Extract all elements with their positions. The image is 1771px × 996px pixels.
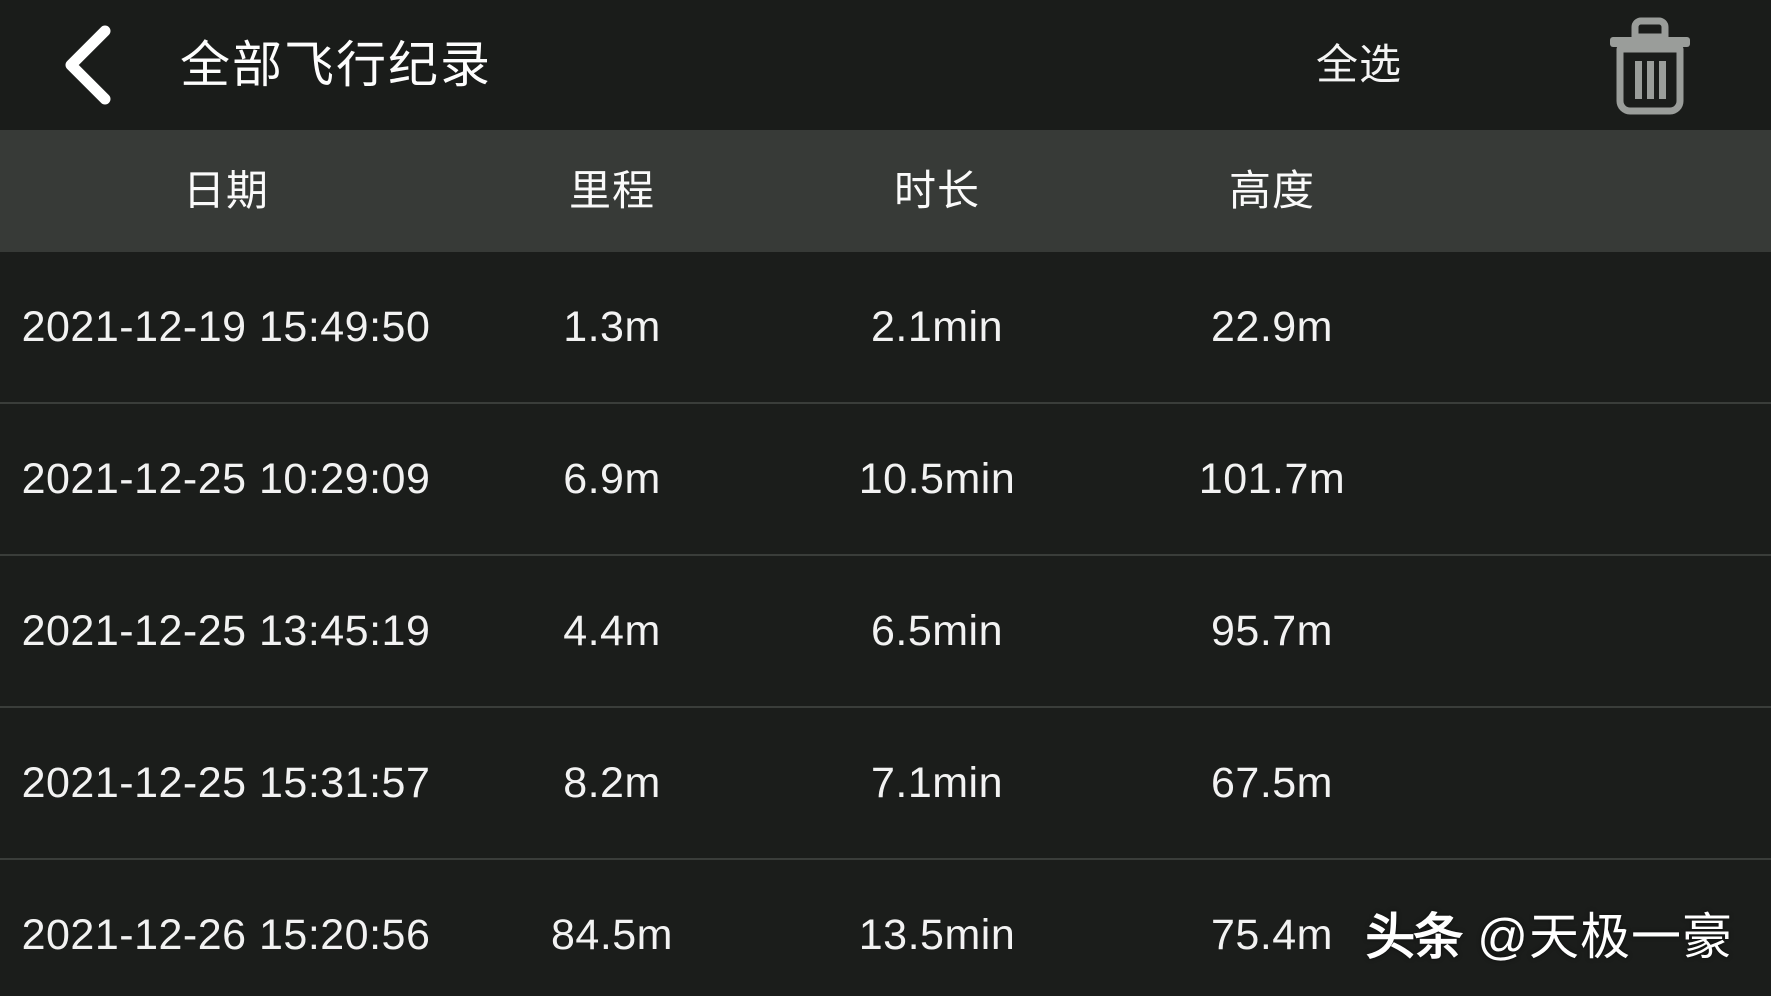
cell-altitude: 95.7m [1210,606,1333,655]
delete-button[interactable] [1596,11,1704,119]
table-row[interactable]: 2021-12-25 10:29:09 6.9m 10.5min 101.7m [0,402,1771,554]
cell-date: 2021-12-25 15:31:57 [21,758,431,807]
chevron-left-icon [57,21,119,109]
cell-distance: 6.9m [563,454,661,503]
cell-distance: 4.4m [563,606,661,655]
cell-duration: 6.5min [870,606,1004,655]
cell-duration: 10.5min [858,454,1016,503]
cell-distance: 8.2m [563,758,661,807]
page-title: 全部飞行纪录 [180,37,492,93]
cell-altitude: 101.7m [1198,454,1346,503]
cell-altitude: 22.9m [1210,302,1333,351]
flight-records-screen: 全部飞行纪录 全选 日期 里程 时长 高度 2021-12-19 15:49:5… [0,0,1771,996]
cell-altitude: 67.5m [1210,758,1333,807]
flight-records-list[interactable]: 2021-12-19 15:49:50 1.3m 2.1min 22.9m 2021-1… [0,252,1771,996]
column-header-date: 日期 [182,167,269,214]
table-row[interactable]: 2021-12-19 15:49:50 1.3m 2.1min 22.9m [0,252,1771,402]
cell-duration: 7.1min [870,758,1004,807]
table-row[interactable]: 2021-12-26 15:20:56 84.5m 13.5min 75.4m [0,858,1771,996]
column-header-altitude: 高度 [1228,167,1315,214]
cell-date: 2021-12-19 15:49:50 [21,302,431,351]
cell-distance: 1.3m [563,302,661,351]
cell-duration: 13.5min [858,910,1016,959]
cell-date: 2021-12-25 10:29:09 [21,454,431,503]
column-header-duration: 时长 [893,167,980,214]
column-header-distance: 里程 [568,167,655,214]
cell-duration: 2.1min [870,302,1004,351]
table-row[interactable]: 2021-12-25 15:31:57 8.2m 7.1min 67.5m [0,706,1771,858]
table-header-row: 日期 里程 时长 高度 [0,130,1771,252]
back-button[interactable] [44,21,132,109]
table-row[interactable]: 2021-12-25 13:45:19 4.4m 6.5min 95.7m [0,554,1771,706]
trash-icon [1602,13,1698,117]
app-bar: 全部飞行纪录 全选 [0,0,1771,130]
cell-altitude: 75.4m [1210,910,1333,959]
cell-distance: 84.5m [550,910,673,959]
cell-date: 2021-12-26 15:20:56 [21,910,431,959]
cell-date: 2021-12-25 13:45:19 [21,606,431,655]
select-all-button[interactable]: 全选 [1316,44,1402,86]
